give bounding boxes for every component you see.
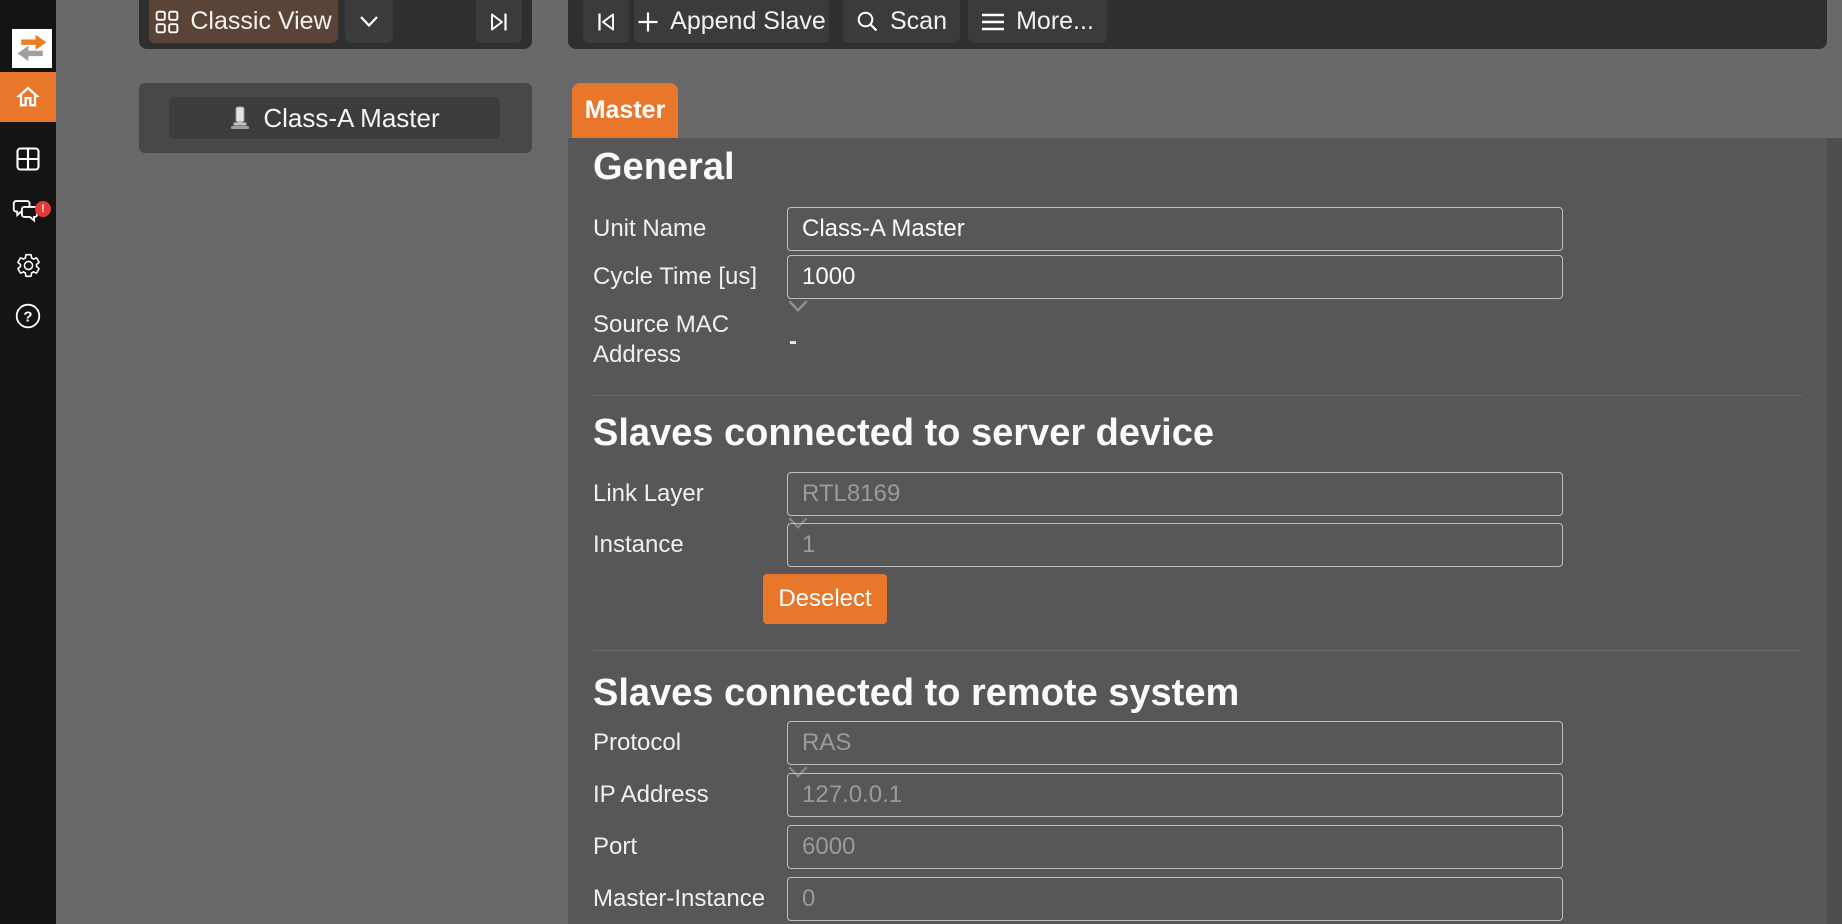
source-mac-value: -: [789, 328, 797, 356]
device-tree-panel: Class-A Master: [139, 83, 532, 153]
view-grid-icon: [155, 10, 179, 34]
instance-input: [787, 523, 1563, 567]
help-icon: ?: [14, 302, 42, 330]
deselect-button[interactable]: Deselect: [763, 574, 887, 624]
tab-master[interactable]: Master: [572, 83, 678, 138]
unit-name-row: Unit Name: [593, 207, 1803, 251]
port-row: Port: [593, 825, 1803, 869]
scan-label: Scan: [890, 7, 947, 36]
master-settings-panel: General Unit Name Cycle Time [us] 1000 S…: [568, 138, 1827, 924]
device-toolbar: Append Slave Scan More...: [568, 0, 1827, 49]
section-title-server-device: Slaves connected to server device: [593, 412, 1214, 455]
tree-item-label: Class-A Master: [263, 103, 439, 134]
source-mac-label: Source MAC Address: [593, 310, 783, 370]
sidebar: ! ?: [0, 0, 56, 924]
instance-label: Instance: [593, 523, 783, 567]
section-divider: [593, 650, 1802, 651]
link-layer-select: RTL8169: [787, 472, 1563, 516]
collapse-panel-button[interactable]: [476, 0, 522, 43]
link-layer-label: Link Layer: [593, 472, 783, 516]
cycle-time-label: Cycle Time [us]: [593, 255, 783, 299]
ip-address-input: [787, 773, 1563, 817]
arrows-logo-icon: [14, 31, 50, 66]
search-icon: [856, 10, 879, 33]
deselect-label: Deselect: [778, 585, 871, 613]
sidebar-item-views[interactable]: [0, 134, 56, 184]
port-input: [787, 825, 1563, 869]
classic-view-label: Classic View: [190, 7, 331, 36]
master-instance-input: [787, 877, 1563, 921]
cycle-time-select[interactable]: 1000: [787, 255, 1563, 299]
tree-item-master[interactable]: Class-A Master: [169, 97, 500, 139]
app-window: ! ? Classic View: [0, 0, 1842, 924]
plus-icon: [637, 11, 659, 33]
scan-button[interactable]: Scan: [843, 0, 960, 43]
chevron-down-icon: [359, 15, 379, 28]
sidebar-item-settings[interactable]: [0, 240, 56, 290]
skip-start-button[interactable]: [583, 0, 629, 43]
svg-text:?: ?: [23, 309, 32, 326]
tab-master-label: Master: [585, 96, 666, 125]
gear-icon: [15, 252, 42, 279]
ip-address-label: IP Address: [593, 773, 783, 817]
append-slave-label: Append Slave: [670, 7, 826, 36]
chevron-down-icon: [787, 299, 809, 313]
ip-address-row: IP Address: [593, 773, 1803, 817]
notification-badge: !: [35, 201, 51, 217]
sidebar-item-messages[interactable]: !: [0, 187, 56, 237]
cycle-time-row: Cycle Time [us] 1000: [593, 255, 1803, 299]
protocol-select: RAS: [787, 721, 1563, 765]
grid-view-icon: [14, 145, 42, 173]
hamburger-menu-icon: [981, 13, 1005, 31]
scrollbar-track[interactable]: [1827, 138, 1842, 924]
app-logo: [12, 29, 52, 68]
skip-end-icon: [488, 10, 510, 34]
master-instance-row: Master-Instance: [593, 877, 1803, 921]
more-label: More...: [1016, 7, 1094, 36]
master-instance-label: Master-Instance: [593, 877, 783, 921]
skip-start-icon: [595, 10, 617, 34]
sidebar-item-home[interactable]: [0, 72, 56, 122]
protocol-row: Protocol RAS: [593, 721, 1803, 765]
home-icon: [14, 83, 42, 111]
protocol-label: Protocol: [593, 721, 783, 765]
section-title-remote-system: Slaves connected to remote system: [593, 672, 1239, 715]
port-label: Port: [593, 825, 783, 869]
section-divider: [593, 395, 1802, 396]
unit-name-input[interactable]: [787, 207, 1563, 251]
more-button[interactable]: More...: [968, 0, 1107, 43]
link-layer-row: Link Layer RTL8169: [593, 472, 1803, 516]
view-toolbar: Classic View: [139, 0, 532, 49]
append-slave-button[interactable]: Append Slave: [634, 0, 829, 43]
sidebar-item-help[interactable]: ?: [0, 291, 56, 341]
unit-name-label: Unit Name: [593, 207, 783, 251]
classic-view-button[interactable]: Classic View: [149, 0, 338, 43]
view-dropdown-button[interactable]: [345, 0, 393, 43]
section-title-general: General: [593, 146, 735, 189]
instance-row: Instance: [593, 523, 1803, 567]
master-device-icon: [229, 106, 251, 130]
